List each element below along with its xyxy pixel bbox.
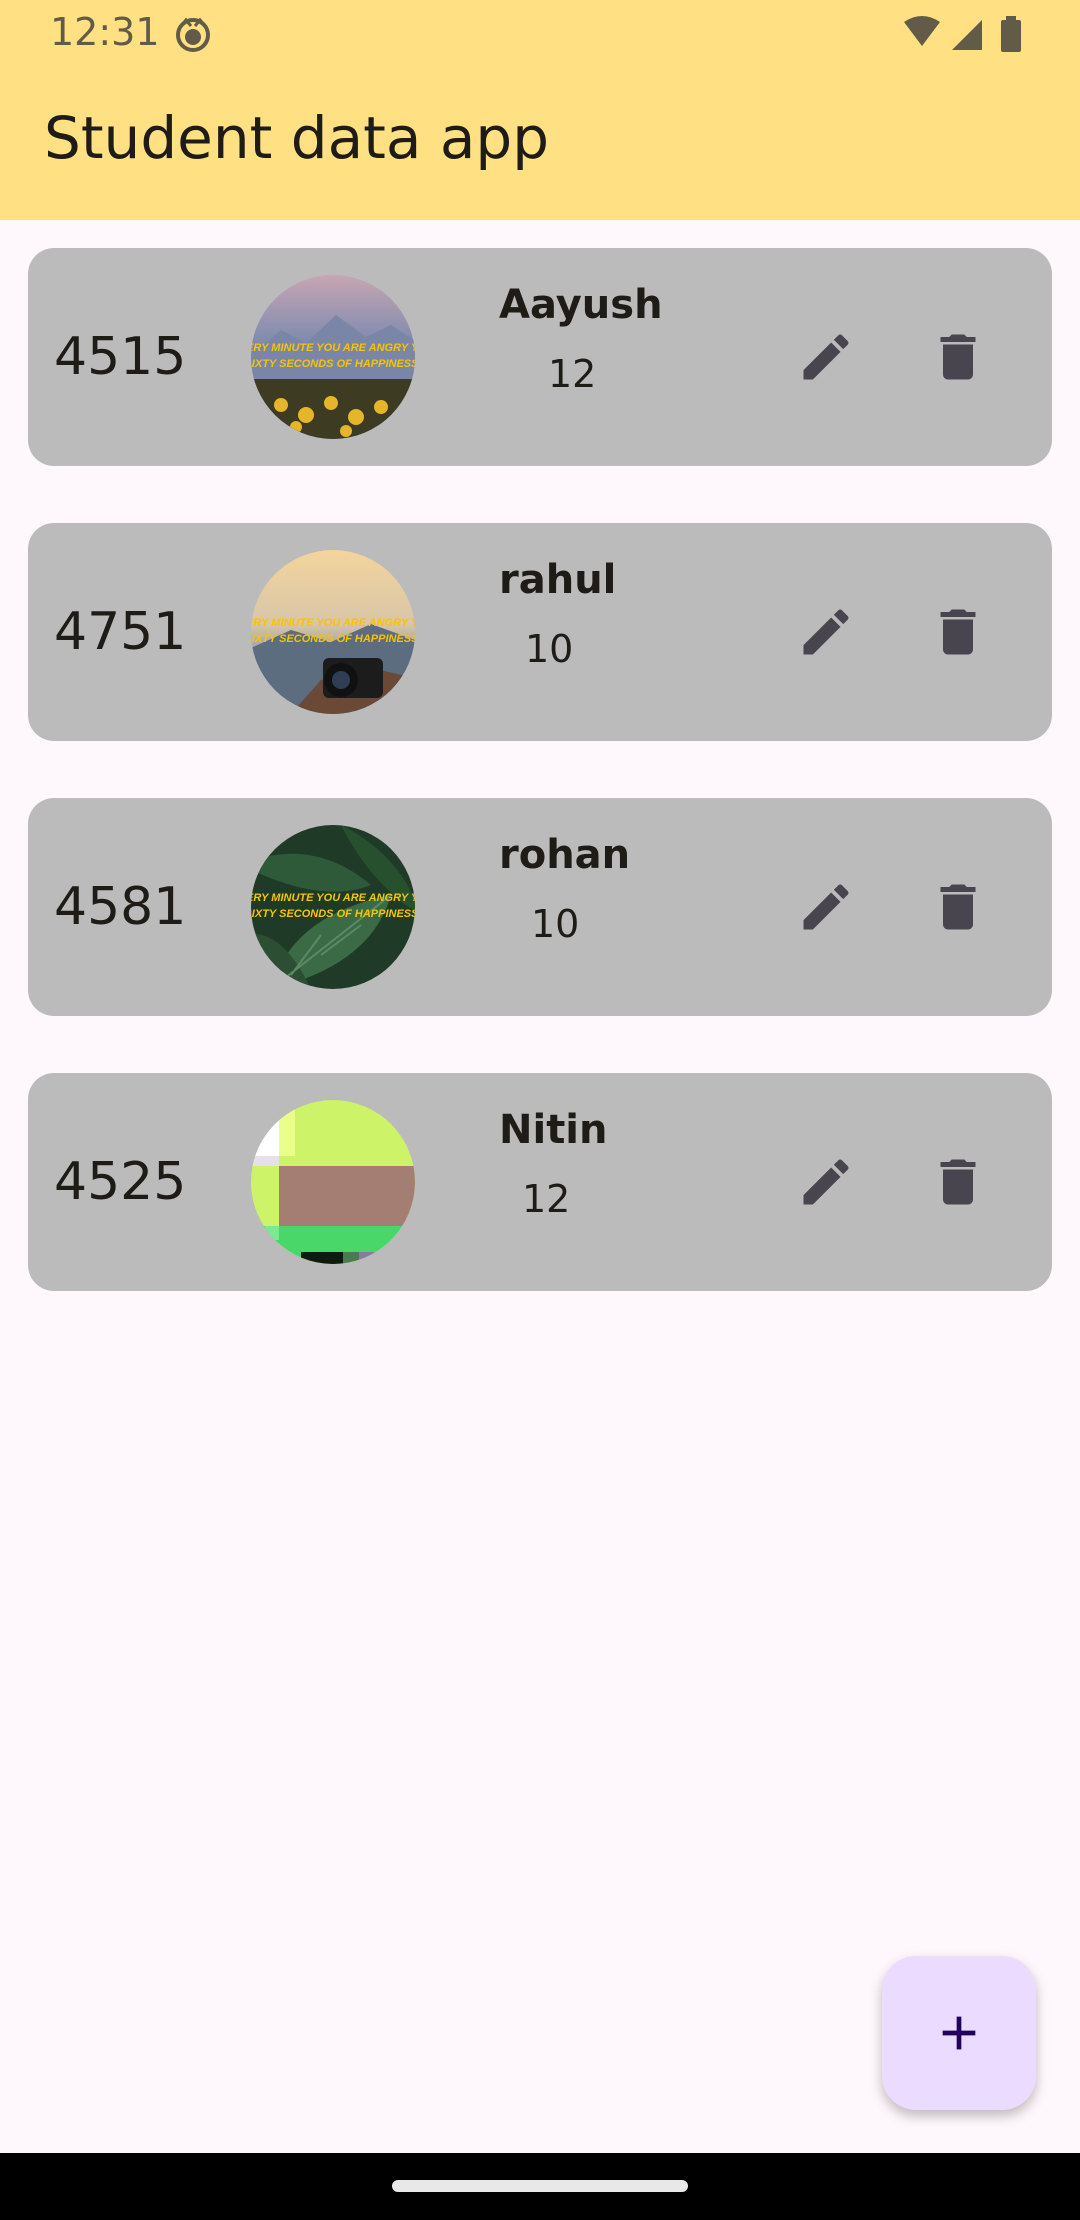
student-list: 4515 EVERY MINUTE YOU ARE ANGRY YOU SIXT… [28,248,1052,1348]
trash-icon [940,609,976,655]
pencil-icon [803,609,849,655]
avatar-caption-line1: EVERY MINUTE YOU ARE ANGRY YOU [251,892,415,904]
trash-icon [940,334,976,380]
app-bar: 12:31 Student data app [0,0,1080,220]
student-card[interactable]: 4515 EVERY MINUTE YOU ARE ANGRY YOU SIXT… [28,248,1052,466]
wifi-icon [904,16,940,46]
pencil-icon [803,884,849,930]
student-class: 12 [522,1177,571,1221]
status-icons [904,16,1021,52]
trash-icon [940,1159,976,1205]
student-card[interactable]: 4581 EVERY MINUTE YOU ARE ANGRY YOU SIXT… [28,798,1052,1016]
avatar-caption-line2: SIXTY SECONDS OF HAPPINESS. [251,633,415,645]
avatar [251,1100,415,1264]
face-icon [176,17,210,52]
delete-button[interactable] [920,869,996,945]
delete-button[interactable] [920,319,996,395]
edit-button[interactable] [788,1144,864,1220]
page-title: Student data app [44,104,550,172]
student-class: 10 [525,627,574,671]
student-id: 4751 [54,602,187,662]
edit-button[interactable] [788,594,864,670]
student-name: rohan [499,832,631,878]
student-card[interactable]: 4525 Nitin 12 [28,1073,1052,1291]
delete-button[interactable] [920,594,996,670]
add-student-button[interactable] [882,1956,1036,2110]
trash-icon [940,884,976,930]
avatar-caption-line1: EVERY MINUTE YOU ARE ANGRY YOU [251,617,415,629]
avatar: EVERY MINUTE YOU ARE ANGRY YOU SIXTY SEC… [251,275,415,439]
student-name: rahul [499,557,617,603]
avatar-caption-line1: EVERY MINUTE YOU ARE ANGRY YOU [251,342,415,354]
plus-icon [942,2016,976,2050]
student-id: 4525 [54,1152,187,1212]
avatar: EVERY MINUTE YOU ARE ANGRY YOU SIXTY SEC… [251,825,415,989]
pencil-icon [803,1159,849,1205]
edit-button[interactable] [788,869,864,945]
student-class: 12 [548,352,597,396]
signal-icon [952,20,982,50]
delete-button[interactable] [920,1144,996,1220]
student-name: Aayush [499,282,663,328]
student-id: 4581 [54,877,187,937]
battery-icon [1001,16,1021,52]
student-name: Nitin [499,1107,608,1153]
avatar-caption-line2: SIXTY SECONDS OF HAPPINESS. [251,358,415,370]
student-id: 4515 [54,327,187,387]
student-class: 10 [531,902,580,946]
edit-button[interactable] [788,319,864,395]
student-card[interactable]: 4751 EVERY MINUTE YOU ARE ANGRY YOU SIXT… [28,523,1052,741]
pencil-icon [803,334,849,380]
avatar-caption-line2: SIXTY SECONDS OF HAPPINESS. [251,908,415,920]
status-time: 12:31 [50,10,160,54]
home-gesture-handle[interactable] [392,2180,688,2192]
avatar: EVERY MINUTE YOU ARE ANGRY YOU SIXTY SEC… [251,550,415,714]
